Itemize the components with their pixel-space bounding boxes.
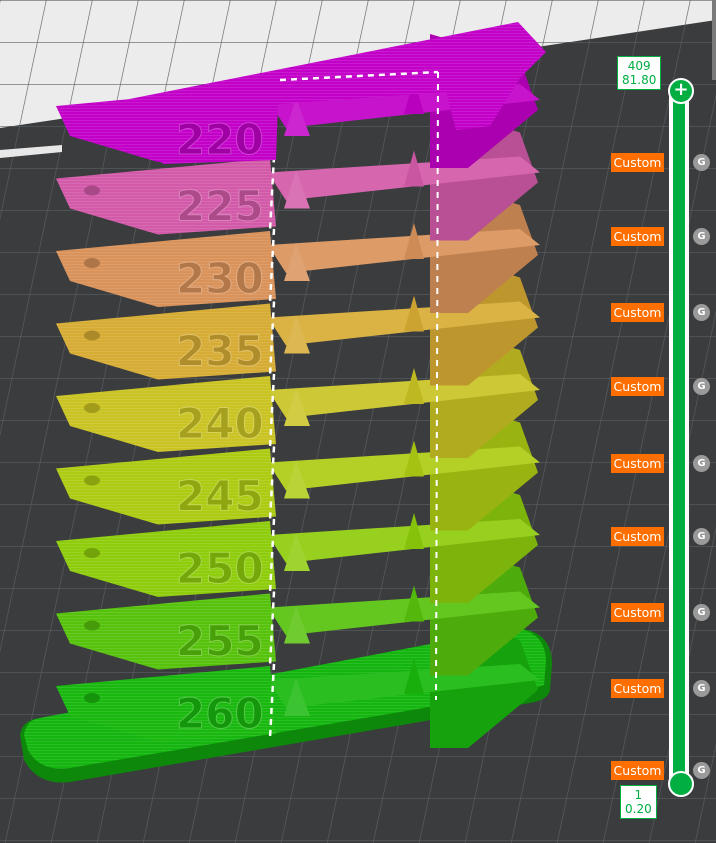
tier-temperature-label: 250 <box>176 544 264 593</box>
gcode-icon[interactable]: G <box>693 455 710 472</box>
tier-temperature-label: 245 <box>176 472 264 521</box>
custom-gcode-marker[interactable]: Custom <box>611 761 664 780</box>
tier-hole <box>84 620 100 631</box>
gcode-icon[interactable]: G <box>693 304 710 321</box>
gcode-icon[interactable]: G <box>693 680 710 697</box>
custom-gcode-marker[interactable]: Custom <box>611 303 664 322</box>
tier-hole <box>84 330 100 341</box>
bottom-layer-height: 0.20 <box>625 802 652 816</box>
custom-gcode-marker[interactable]: Custom <box>611 227 664 246</box>
tier-temperature-label: 235 <box>176 327 264 376</box>
tier-hole <box>84 258 100 268</box>
tier-hole <box>84 185 100 196</box>
tier-temperature-label: 220 <box>176 115 264 164</box>
custom-gcode-marker[interactable]: Custom <box>611 153 664 172</box>
side-panel-edge <box>712 0 716 80</box>
gcode-icon[interactable]: G <box>693 228 710 245</box>
gcode-icon[interactable]: G <box>693 154 710 171</box>
bottom-layer-readout: 1 0.20 <box>620 785 657 819</box>
tier-hole <box>84 693 100 703</box>
temperature-tower-preview[interactable]: 260255250245240235230225220220 <box>0 0 716 843</box>
tier-temperature-label: 255 <box>176 617 264 666</box>
gcode-icon[interactable]: G <box>693 528 710 545</box>
gcode-icon[interactable]: G <box>693 762 710 779</box>
custom-gcode-marker[interactable]: Custom <box>611 377 664 396</box>
custom-gcode-marker[interactable]: Custom <box>611 679 664 698</box>
gcode-icon[interactable]: G <box>693 604 710 621</box>
layer-slider-top-handle[interactable]: + <box>668 78 694 104</box>
top-layer-height: 81.80 <box>622 73 657 87</box>
layer-slider-fill <box>673 86 685 784</box>
custom-gcode-marker[interactable]: Custom <box>611 454 664 473</box>
custom-gcode-marker[interactable]: Custom <box>611 527 664 546</box>
bottom-layer-number: 1 <box>634 788 643 802</box>
gcode-icon[interactable]: G <box>693 378 710 395</box>
preview-viewport[interactable]: 260255250245240235230225220220 + 409 81.… <box>0 0 716 843</box>
top-layer-readout: 409 81.80 <box>617 56 662 90</box>
tier-hole <box>84 403 100 413</box>
tier-hole <box>84 548 100 558</box>
tier-temperature-label: 240 <box>176 399 264 448</box>
layer-slider-bottom-handle[interactable] <box>668 771 694 797</box>
tier-temperature-label: 260 <box>176 689 264 738</box>
top-layer-number: 409 <box>627 59 651 73</box>
tier-temperature-label: 225 <box>176 182 264 231</box>
tier-temperature-label: 230 <box>176 254 264 303</box>
layer-slider-track[interactable] <box>669 82 689 788</box>
tier-hole <box>84 475 100 486</box>
custom-gcode-marker[interactable]: Custom <box>611 603 664 622</box>
